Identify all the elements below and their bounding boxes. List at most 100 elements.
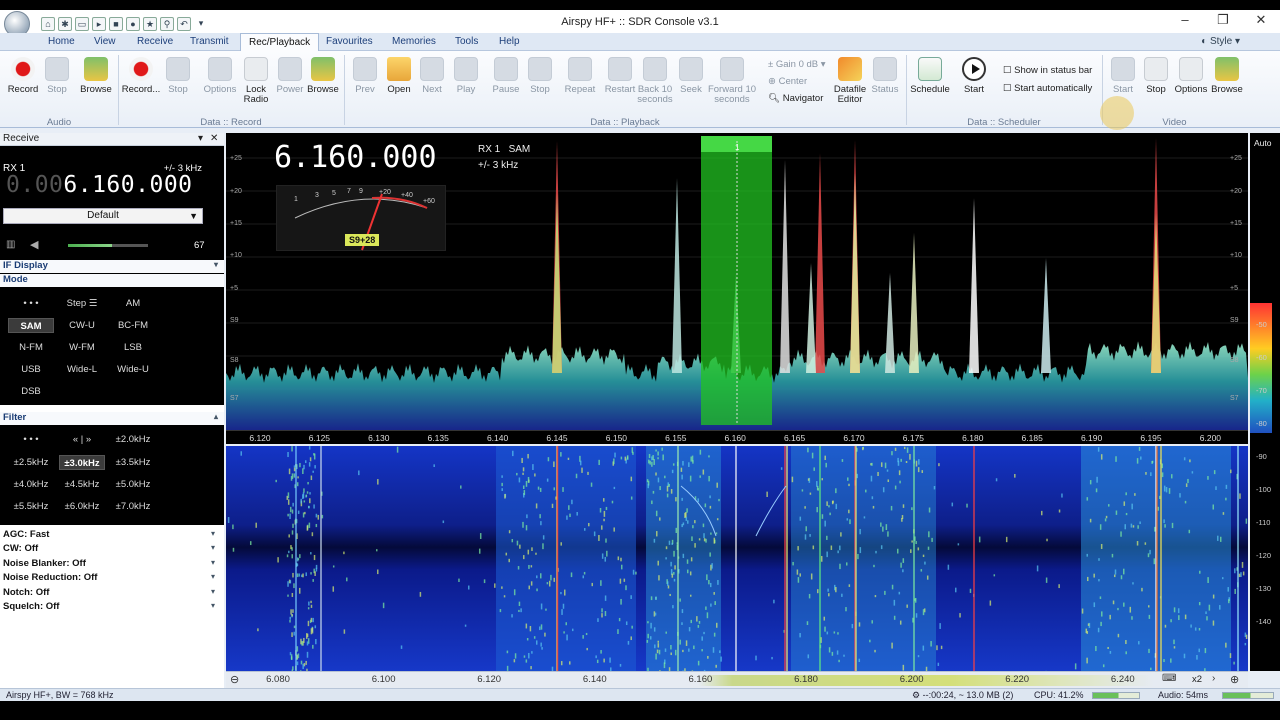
start-automatically-checkbox[interactable]: ☐ Start automatically bbox=[1003, 83, 1092, 94]
gain-dropdown[interactable]: ± Gain 0 dB ▾ bbox=[768, 59, 826, 70]
tab-receive[interactable]: Receive bbox=[137, 36, 173, 47]
noise-blanker-option[interactable]: Noise Blanker: Off ▾ bbox=[3, 558, 215, 569]
mode-nfm-button[interactable]: N-FM bbox=[8, 340, 54, 355]
playback-stop-button[interactable]: Stop bbox=[520, 57, 560, 95]
agc-option[interactable]: AGC: Fast ▾ bbox=[3, 529, 215, 540]
mode-cwu-button[interactable]: CW-U bbox=[59, 318, 105, 333]
preset-select[interactable]: Default ▼ bbox=[3, 208, 203, 224]
keyboard-icon[interactable]: ⌨ bbox=[1162, 673, 1176, 684]
filter-4-0-button[interactable]: ±4.0kHz bbox=[8, 477, 54, 492]
squelch-option[interactable]: Squelch: Off ▾ bbox=[3, 601, 215, 612]
waterfall-graph bbox=[226, 446, 1248, 671]
mode-am-button[interactable]: AM bbox=[110, 296, 156, 311]
tab-favourites[interactable]: Favourites bbox=[326, 36, 373, 47]
waterfall-navigator[interactable]: ⊖ ⌨ x2 › ⊕ 6.080 6.100 6.120 6.140 6.160 6.18… bbox=[226, 671, 1248, 688]
filter-5-0-button[interactable]: ±5.0kHz bbox=[110, 477, 156, 492]
mode-wideu-button[interactable]: Wide-U bbox=[110, 362, 156, 377]
notch-option[interactable]: Notch: Off ▾ bbox=[3, 587, 215, 598]
minimize-button[interactable]: – bbox=[1170, 12, 1200, 27]
mode-widel-button[interactable]: Wide-L bbox=[59, 362, 105, 377]
auto-scale-button[interactable]: Auto bbox=[1254, 138, 1272, 148]
close-icon[interactable]: ✕ bbox=[210, 133, 218, 144]
status-button[interactable]: Status bbox=[865, 57, 905, 95]
audio-stop-button[interactable]: Stop bbox=[37, 57, 77, 95]
speaker-icon[interactable]: ◀︎ bbox=[30, 238, 38, 251]
filter-7-0-button[interactable]: ±7.0kHz bbox=[110, 499, 156, 514]
show-in-status-bar-checkbox[interactable]: ☐ Show in status bar bbox=[1003, 65, 1092, 76]
db-scale-label: +20 bbox=[230, 188, 242, 195]
close-button[interactable]: ✕ bbox=[1246, 12, 1276, 28]
level-scale-label: -70 bbox=[1256, 386, 1267, 395]
filter-5-5-button[interactable]: ±5.5kHz bbox=[8, 499, 54, 514]
tab-memories[interactable]: Memories bbox=[392, 36, 436, 47]
restart-button[interactable]: Restart bbox=[600, 57, 640, 95]
status-label: Status bbox=[871, 84, 899, 95]
filter-3-0-button[interactable]: ±3.0kHz bbox=[59, 455, 105, 470]
play-button[interactable]: Play bbox=[446, 57, 486, 95]
scheduler-start-button[interactable]: Start bbox=[954, 57, 994, 95]
schedule-button[interactable]: Schedule bbox=[910, 57, 950, 95]
mode-sam-button[interactable]: SAM bbox=[8, 318, 54, 333]
level-scale: Auto -50 -60 -70 -80 -90 -100 -110 -120 -130 -140 bbox=[1250, 133, 1280, 671]
video-options-button[interactable]: Options bbox=[1171, 57, 1211, 95]
tab-home[interactable]: Home bbox=[48, 36, 75, 47]
spectrum-display[interactable]: 1 6.160.000 RX 1 SAM +/- 3 kHz 1 3 5 7 9 … bbox=[226, 133, 1248, 430]
mode-section[interactable]: Mode bbox=[0, 274, 224, 287]
navigator-button[interactable]: 🔍︎ Navigator bbox=[768, 93, 823, 104]
mode-dsb-button[interactable]: DSB bbox=[8, 384, 54, 399]
audio-browse-button[interactable]: Browse bbox=[76, 57, 116, 95]
tab-rec-playback[interactable]: Rec/Playback bbox=[240, 33, 320, 51]
tab-transmit[interactable]: Transmit bbox=[190, 36, 229, 47]
audio-meter bbox=[1222, 692, 1274, 699]
spectrum-mode-label: SAM bbox=[508, 144, 531, 155]
scroll-right-icon[interactable]: › bbox=[1212, 673, 1215, 684]
bars-icon[interactable]: ▥ bbox=[6, 239, 15, 250]
seek-button[interactable]: Seek bbox=[671, 57, 711, 95]
back-10-button[interactable]: Back 10 seconds bbox=[635, 57, 675, 105]
mode-step-button[interactable]: Step ☰ bbox=[59, 296, 105, 311]
tab-tools[interactable]: Tools bbox=[455, 36, 478, 47]
rx-frequency-value: 6.160.000 bbox=[63, 172, 193, 198]
record-browse-button[interactable]: Browse bbox=[303, 57, 343, 95]
data-record-button[interactable]: Record... bbox=[121, 57, 161, 95]
maximize-button[interactable]: ❐ bbox=[1208, 12, 1238, 28]
filter-adjust-button[interactable]: « | » bbox=[59, 432, 105, 447]
forward-10-button[interactable]: Forward 10 seconds bbox=[706, 57, 758, 105]
volume-slider[interactable] bbox=[68, 244, 148, 247]
data-stop-button[interactable]: Stop bbox=[158, 57, 198, 95]
noise-reduction-option[interactable]: Noise Reduction: Off ▾ bbox=[3, 572, 215, 583]
filter-section[interactable]: Filter ▴ bbox=[0, 412, 224, 425]
filter-more-button[interactable]: • • • bbox=[8, 432, 54, 447]
zoom-label[interactable]: x2 bbox=[1192, 674, 1202, 685]
audio-status: Audio: 54ms bbox=[1158, 690, 1209, 700]
center-button[interactable]: ⊕ Center bbox=[768, 76, 807, 87]
if-display-section[interactable]: IF Display ▾ bbox=[0, 260, 224, 273]
filter-2-5-button[interactable]: ±2.5kHz bbox=[8, 455, 54, 470]
rx-frequency[interactable]: 0.006.160.000 bbox=[6, 172, 193, 198]
style-menu[interactable]: ◐ Style ▾ bbox=[1201, 36, 1240, 47]
mode-usb-button[interactable]: USB bbox=[8, 362, 54, 377]
filter-3-5-button[interactable]: ±3.5kHz bbox=[110, 455, 156, 470]
repeat-button[interactable]: Repeat bbox=[560, 57, 600, 95]
video-browse-button[interactable]: Browse bbox=[1207, 57, 1247, 95]
dropdown-icon[interactable]: ▾ bbox=[198, 133, 203, 144]
mode-more-button[interactable]: • • • bbox=[8, 296, 54, 311]
spectrum-frequency: 6.160.000 bbox=[274, 140, 437, 175]
lock-icon bbox=[244, 57, 268, 81]
cw-option[interactable]: CW: Off ▾ bbox=[3, 543, 215, 554]
tab-view[interactable]: View bbox=[94, 36, 116, 47]
frequency-tick: 6.140 bbox=[486, 433, 509, 443]
mode-lsb-button[interactable]: LSB bbox=[110, 340, 156, 355]
mode-bcfm-button[interactable]: BC-FM bbox=[110, 318, 156, 333]
filter-2-0-button[interactable]: ±2.0kHz bbox=[110, 432, 156, 447]
waterfall-display[interactable] bbox=[226, 446, 1248, 671]
video-stop-button[interactable]: Stop bbox=[1136, 57, 1176, 95]
navigate-left-icon[interactable]: ⊖ bbox=[230, 673, 239, 686]
navigate-right-icon[interactable]: ⊕ bbox=[1230, 673, 1239, 686]
filter-6-0-button[interactable]: ±6.0kHz bbox=[59, 499, 105, 514]
mode-wfm-button[interactable]: W-FM bbox=[59, 340, 105, 355]
tab-help[interactable]: Help bbox=[499, 36, 520, 47]
filter-4-5-button[interactable]: ±4.5kHz bbox=[59, 477, 105, 492]
receive-panel-header: Receive ▾ ✕ bbox=[0, 133, 224, 146]
record-options-button[interactable]: Options bbox=[200, 57, 240, 95]
